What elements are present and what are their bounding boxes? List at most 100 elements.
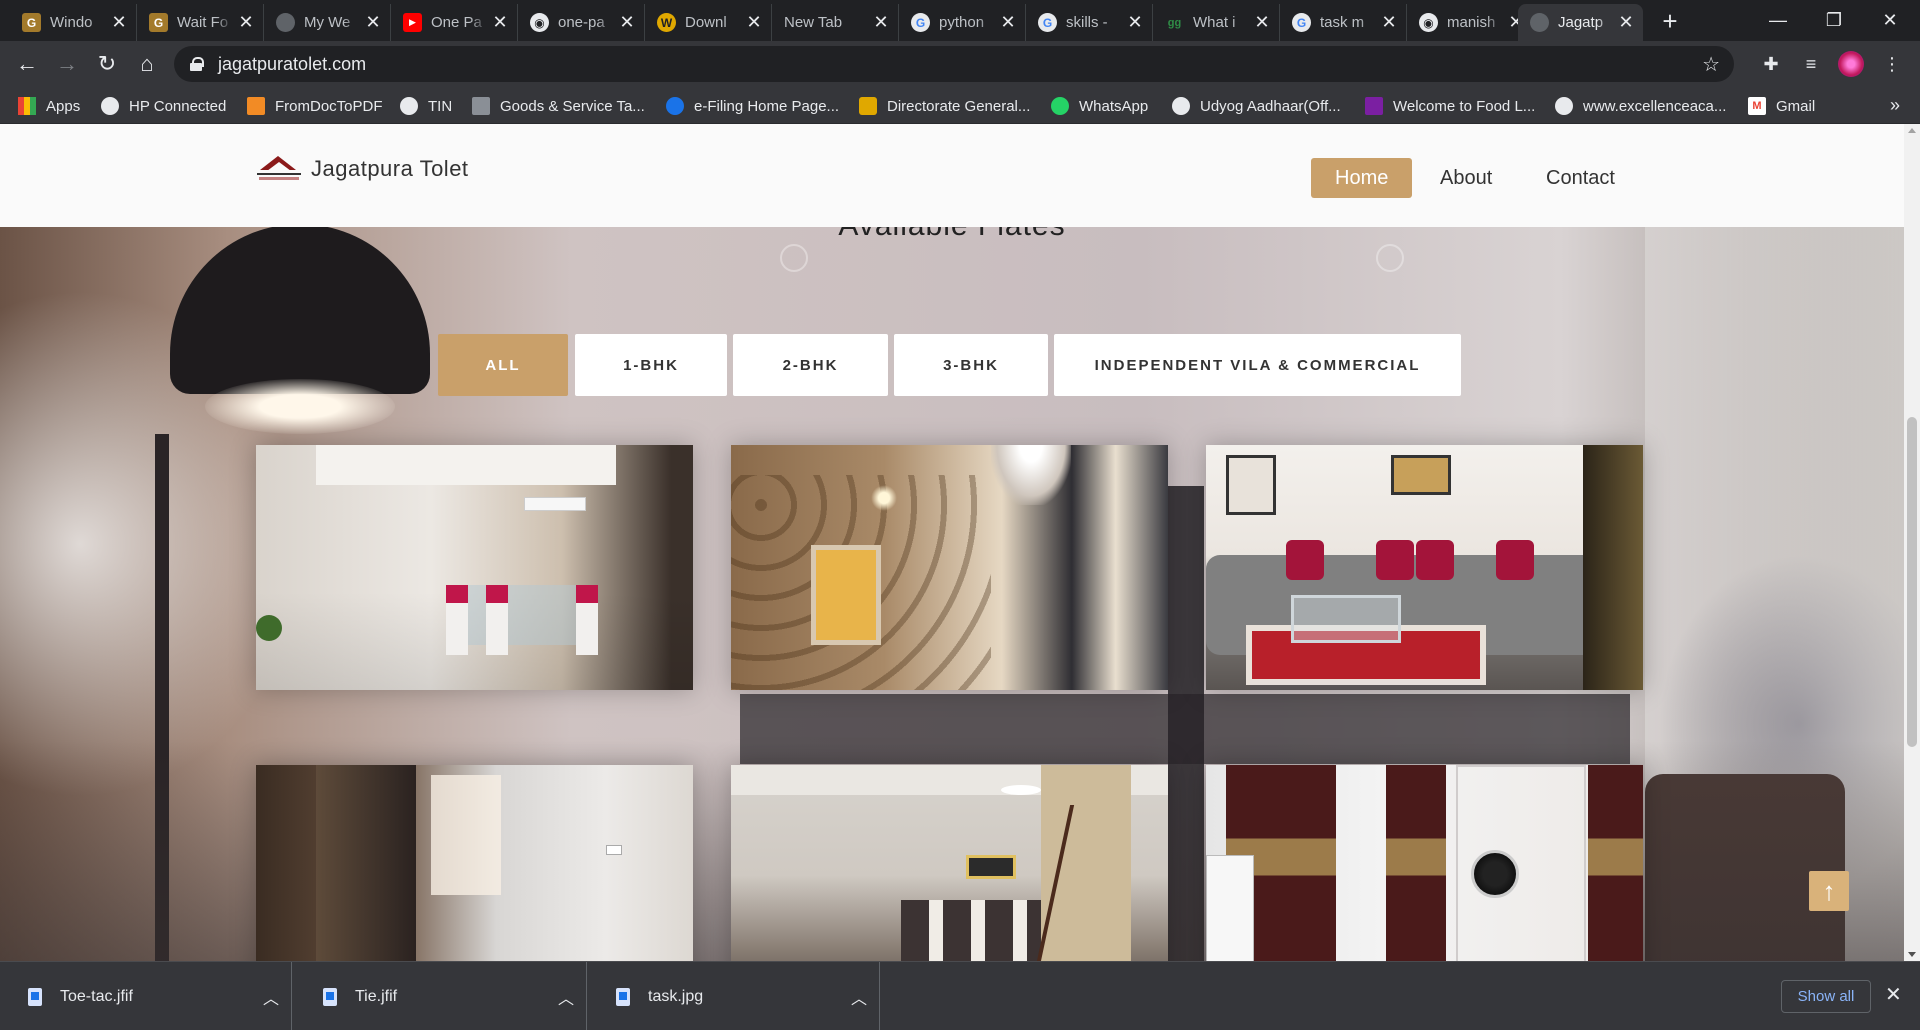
page-scrollbar[interactable]	[1904, 124, 1920, 961]
globe-icon	[400, 97, 418, 115]
bookmark-item[interactable]: www.excellenceaca...	[1555, 94, 1726, 118]
gallery-card[interactable]	[1206, 445, 1643, 690]
brand-link[interactable]: Jagatpura Tolet	[257, 154, 469, 184]
bookmark-item[interactable]: Directorate General...	[859, 94, 1030, 118]
scroll-up-arrow-icon[interactable]	[1908, 128, 1916, 133]
bookmark-item[interactable]: M Gmail	[1748, 94, 1815, 118]
tab-title: python	[939, 14, 985, 31]
tab-close-icon[interactable]: ✕	[618, 12, 636, 33]
bookmark-item[interactable]: WhatsApp	[1051, 94, 1148, 118]
gallery-card[interactable]	[1206, 765, 1643, 961]
tab-close-icon[interactable]: ✕	[364, 12, 382, 33]
download-item[interactable]: task.jpg ︿	[588, 962, 880, 1030]
download-item[interactable]: Toe-tac.jfif ︿	[0, 962, 292, 1030]
browser-tab[interactable]: gg What i ✕	[1153, 4, 1280, 41]
scroll-down-arrow-icon[interactable]	[1908, 952, 1916, 957]
bookmark-label: TIN	[428, 97, 453, 115]
chevron-up-icon[interactable]: ︿	[546, 985, 586, 1009]
window-close-button[interactable]: ✕	[1862, 0, 1918, 41]
gallery-card[interactable]	[256, 765, 693, 961]
tab-close-icon[interactable]: ✕	[1126, 12, 1144, 33]
tab-close-icon[interactable]: ✕	[745, 12, 763, 33]
google-icon: G	[1038, 13, 1057, 32]
browser-tab[interactable]: ◉ one-pa ✕	[518, 4, 645, 41]
bookmark-item[interactable]: HP Connected	[101, 94, 226, 118]
house-logo-icon	[257, 154, 301, 184]
bookmark-star-icon[interactable]: ☆	[1702, 52, 1720, 77]
nav-about[interactable]: About	[1416, 158, 1516, 198]
browser-tab-active[interactable]: Jagatp ✕	[1518, 4, 1643, 41]
tab-close-icon[interactable]: ✕	[491, 12, 509, 33]
chevron-up-icon[interactable]: ︿	[839, 985, 879, 1009]
profile-avatar[interactable]	[1838, 51, 1864, 77]
bookmark-item[interactable]: Udyog Aadhaar(Off...	[1172, 94, 1341, 118]
reload-icon[interactable]: ↻	[92, 49, 122, 79]
filter-all[interactable]: ALL	[438, 334, 568, 396]
filter-1bhk[interactable]: 1-BHK	[575, 334, 727, 396]
media-queue-icon[interactable]: ≡	[1797, 50, 1825, 78]
tab-title: Wait Fo	[177, 14, 229, 31]
bedroom-door-photo	[256, 765, 693, 961]
close-icon[interactable]: ✕	[1885, 982, 1902, 1007]
gallery-card[interactable]	[731, 765, 1168, 961]
browser-tab[interactable]: New Tab ✕	[772, 4, 899, 41]
download-shelf: Toe-tac.jfif ︿ Tie.jfif ︿ task.jpg ︿ Sho…	[0, 961, 1920, 1030]
back-arrow-icon[interactable]: ←	[12, 49, 42, 79]
restore-button[interactable]: ❐	[1806, 0, 1862, 41]
bookmark-item[interactable]: TIN	[400, 94, 452, 118]
gallery-card[interactable]	[256, 445, 693, 690]
bookmark-item[interactable]: e-Filing Home Page...	[666, 94, 839, 118]
tab-close-icon[interactable]: ✕	[872, 12, 890, 33]
bookmark-item[interactable]: Welcome to Food L...	[1365, 94, 1535, 118]
nav-contact[interactable]: Contact	[1522, 158, 1639, 198]
nav-home[interactable]: Home	[1311, 158, 1413, 198]
browser-tab[interactable]: G task m ✕	[1280, 4, 1407, 41]
address-bar[interactable]: jagatpuratolet.com ☆	[174, 46, 1734, 82]
tab-close-icon[interactable]: ✕	[110, 12, 128, 33]
bookmark-label: Welcome to Food L...	[1393, 97, 1536, 115]
brand-name: Jagatpura Tolet	[311, 156, 469, 181]
lock-icon[interactable]	[190, 57, 204, 71]
bookmarks-overflow-icon[interactable]: »	[1890, 95, 1900, 116]
filter-independent-vila-commercial[interactable]: INDEPENDENT VILA & COMMERCIAL	[1054, 334, 1461, 396]
browser-tab[interactable]: G Windo ✕	[10, 4, 137, 41]
browser-tab[interactable]: My We ✕	[264, 4, 391, 41]
bookmark-item[interactable]: FromDocToPDF	[247, 94, 383, 118]
home-icon[interactable]: ⌂	[132, 49, 162, 79]
browser-tab[interactable]: W Downl ✕	[645, 4, 772, 41]
efiling-icon	[666, 97, 684, 115]
image-file-icon	[28, 987, 42, 1006]
browser-tab[interactable]: G Wait Fo ✕	[137, 4, 264, 41]
tab-close-icon[interactable]: ✕	[1617, 12, 1635, 33]
tab-close-icon[interactable]: ✕	[999, 12, 1017, 33]
tab-close-icon[interactable]: ✕	[1380, 12, 1398, 33]
gallery-card[interactable]	[731, 445, 1168, 690]
new-tab-button[interactable]: +	[1655, 6, 1685, 37]
tab-title: task m	[1320, 14, 1365, 31]
bookmark-apps[interactable]: Apps	[18, 94, 80, 118]
chevron-up-icon[interactable]: ︿	[251, 985, 291, 1009]
download-filename: Toe-tac.jfif	[60, 987, 133, 1005]
download-item[interactable]: Tie.jfif ︿	[295, 962, 587, 1030]
filter-3bhk[interactable]: 3-BHK	[894, 334, 1048, 396]
youtube-icon: ▶	[403, 13, 422, 32]
forward-arrow-icon[interactable]: →	[52, 49, 82, 79]
browser-tab[interactable]: ◉ manish ✕	[1407, 4, 1534, 41]
browser-tab[interactable]: G python ✕	[899, 4, 1026, 41]
show-all-downloads-button[interactable]: Show all	[1781, 980, 1871, 1013]
browser-tab[interactable]: ▶ One Pa ✕	[391, 4, 518, 41]
filter-2bhk[interactable]: 2-BHK	[733, 334, 888, 396]
kebab-menu-icon[interactable]: ⋮	[1878, 50, 1906, 78]
background-ornament	[780, 244, 808, 272]
back-to-top-arrow-icon[interactable]: ↑	[1809, 871, 1849, 911]
bookmark-label: FromDocToPDF	[275, 97, 383, 115]
puzzle-icon[interactable]: ✚	[1757, 50, 1785, 78]
tab-close-icon[interactable]: ✕	[1253, 12, 1271, 33]
bookmark-label: HP Connected	[129, 97, 227, 115]
minimize-button[interactable]: —	[1750, 0, 1806, 41]
wallpaper-living-room-photo	[731, 445, 1168, 690]
tab-close-icon[interactable]: ✕	[237, 12, 255, 33]
browser-tab[interactable]: G skills - ✕	[1026, 4, 1153, 41]
bookmark-item[interactable]: Goods & Service Ta...	[472, 94, 645, 118]
scroll-thumb[interactable]	[1907, 417, 1917, 747]
